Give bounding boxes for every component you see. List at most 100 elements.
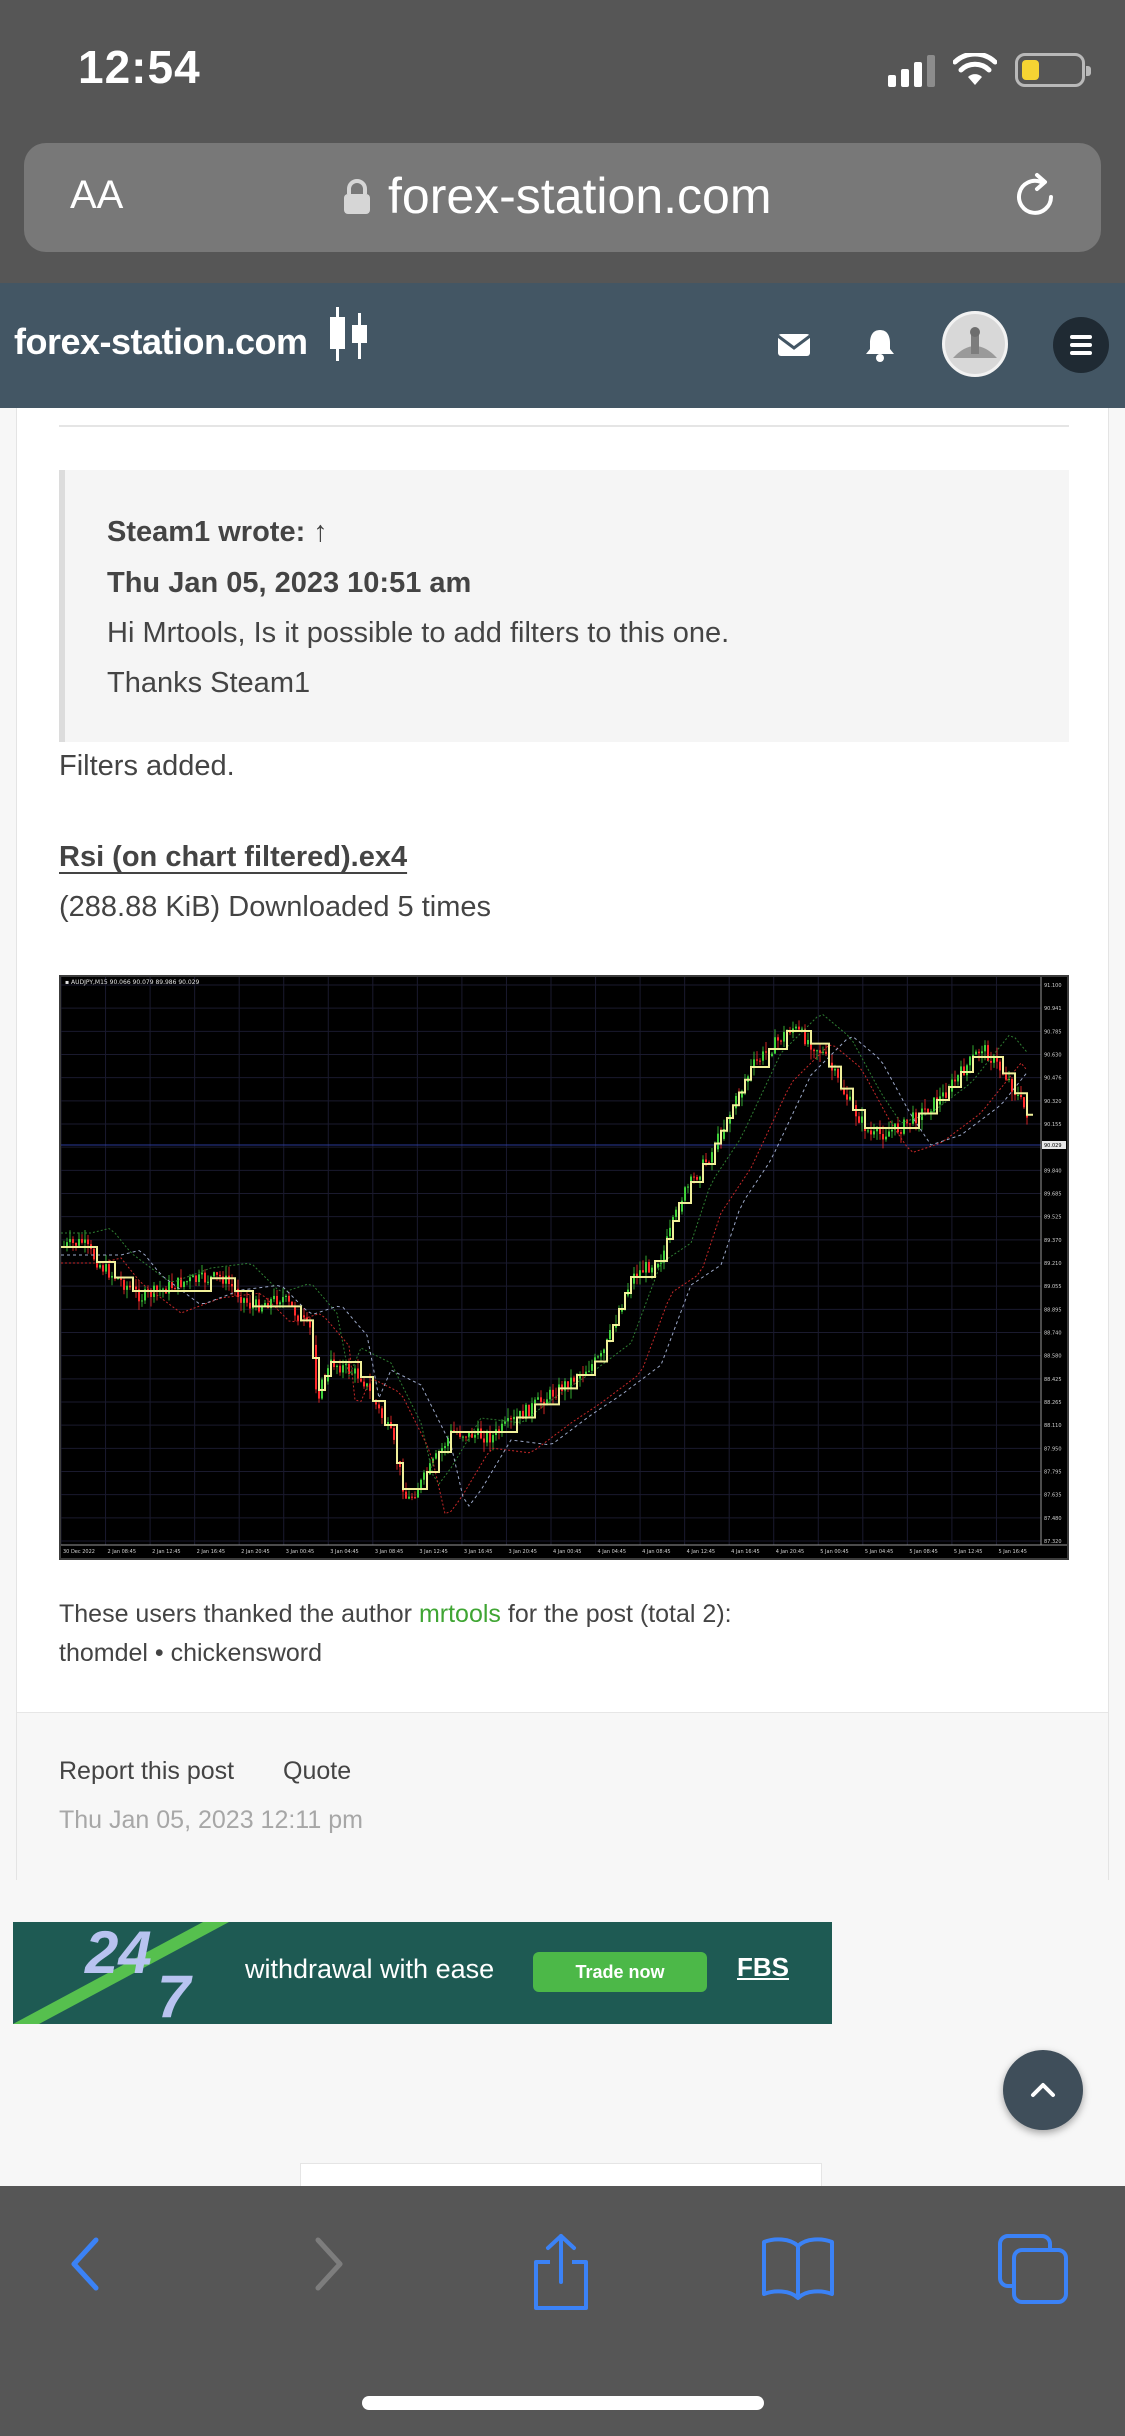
price-tick-label: 88.895	[1044, 1307, 1062, 1313]
candle-body	[528, 1404, 530, 1417]
candle-body	[81, 1239, 83, 1243]
candle-body	[1005, 1074, 1007, 1080]
address-bar[interactable]: AA forex-station.com	[24, 143, 1101, 252]
quote-button[interactable]: Quote	[283, 1757, 351, 1786]
candle-body	[399, 1461, 401, 1468]
forward-icon[interactable]	[302, 2232, 352, 2296]
candle-body	[354, 1368, 356, 1374]
candle-body	[708, 1162, 710, 1164]
candle-body	[774, 1037, 776, 1054]
hamburger-menu-icon[interactable]	[1053, 317, 1109, 373]
browser-top-bar: 12:54 AA forex-station.com	[0, 0, 1125, 283]
candle-body	[174, 1287, 176, 1290]
candle-body	[414, 1497, 416, 1499]
candle-body	[315, 1344, 317, 1390]
candle-body	[537, 1397, 539, 1400]
candle-body	[255, 1299, 257, 1306]
text-size-button[interactable]: AA	[70, 173, 123, 218]
candle-body	[99, 1265, 101, 1268]
candle-body	[816, 1050, 818, 1052]
price-tick-label: 88.580	[1044, 1354, 1062, 1360]
candle-body	[780, 1040, 782, 1042]
home-indicator	[362, 2396, 764, 2410]
price-tick-label: 90.155	[1044, 1122, 1062, 1128]
post-card: Steam1 wrote: ↑ Thu Jan 05, 2023 10:51 a…	[16, 408, 1109, 1880]
candle-body	[600, 1353, 602, 1357]
candle-body	[825, 1051, 827, 1054]
time-tick-label: 2 Jan 08:45	[108, 1549, 136, 1555]
current-price-label: 90.029	[1044, 1143, 1062, 1149]
candle-body	[753, 1059, 755, 1067]
chart-screenshot-image[interactable]: 91.100 90.941 90.785 90.630 90.476 90.320 90.1…	[59, 975, 1069, 1560]
bell-icon[interactable]	[862, 324, 898, 364]
candle-body	[963, 1066, 965, 1076]
candle-body	[489, 1432, 491, 1443]
avatar[interactable]	[942, 311, 1008, 377]
candle-body	[657, 1263, 659, 1268]
mail-icon[interactable]	[776, 324, 812, 364]
candle-body	[78, 1239, 80, 1246]
share-icon[interactable]	[528, 2232, 594, 2312]
candle-body	[942, 1092, 944, 1097]
candle-body	[633, 1273, 635, 1284]
price-tick-label: 89.210	[1044, 1261, 1062, 1267]
candle-body	[696, 1176, 698, 1180]
time-tick-label: 2 Jan 16:45	[197, 1549, 225, 1555]
time-tick-label: 5 Jan 00:45	[820, 1549, 848, 1555]
candle-body	[870, 1130, 872, 1135]
time-tick-label: 4 Jan 04:45	[598, 1549, 626, 1555]
scroll-to-top-button[interactable]	[1003, 2050, 1083, 2130]
thanks-users[interactable]: thomdel • chickensword	[59, 1639, 322, 1668]
candle-body	[705, 1159, 707, 1163]
candle-body	[549, 1389, 551, 1400]
candle-body	[462, 1436, 464, 1438]
price-tick-label: 90.476	[1044, 1076, 1062, 1082]
candle-body	[183, 1281, 185, 1288]
price-tick-label: 88.740	[1044, 1331, 1062, 1337]
thanks-prefix: These users thanked the author	[59, 1600, 419, 1628]
quote-author[interactable]: Steam1 wrote: ↑	[107, 516, 328, 549]
candle-body	[534, 1399, 536, 1404]
candle-body	[84, 1239, 86, 1243]
candle-body	[771, 1053, 773, 1057]
time-tick-label: 4 Jan 08:45	[642, 1549, 670, 1555]
candle-body	[642, 1270, 644, 1273]
candle-body	[120, 1278, 122, 1281]
candle-body	[192, 1275, 194, 1278]
candle-body	[162, 1288, 164, 1290]
author-link[interactable]: mrtools	[419, 1600, 501, 1628]
reload-icon[interactable]	[1009, 171, 1061, 223]
candle-body	[459, 1432, 461, 1437]
candle-body	[1023, 1097, 1025, 1108]
back-icon[interactable]	[62, 2232, 112, 2296]
time-tick-label: 5 Jan 08:45	[909, 1549, 937, 1555]
site-logo-text[interactable]: forex-station.com	[14, 321, 308, 363]
time-tick-label: 3 Jan 08:45	[375, 1549, 403, 1555]
candle-body	[1020, 1094, 1022, 1098]
candle-body	[699, 1176, 701, 1180]
candle-body	[483, 1438, 485, 1443]
price-tick-label: 87.480	[1044, 1516, 1062, 1522]
candle-body	[978, 1051, 980, 1054]
price-tick-label: 88.110	[1044, 1423, 1062, 1429]
ad-banner[interactable]: 24 7 withdrawal with ease Trade now FBS	[13, 1922, 832, 2024]
candle-body	[675, 1209, 677, 1218]
time-tick-label: 3 Jan 04:45	[330, 1549, 358, 1555]
ad-trade-now-button[interactable]: Trade now	[533, 1952, 707, 1992]
url-text[interactable]: forex-station.com	[388, 167, 771, 225]
candle-body	[924, 1108, 926, 1110]
report-post-button[interactable]: Report this post	[59, 1757, 234, 1786]
candle-body	[303, 1315, 305, 1318]
candle-body	[231, 1283, 233, 1287]
attachment-link[interactable]: Rsi (on chart filtered).ex4	[59, 841, 407, 874]
candle-body	[588, 1370, 590, 1372]
time-tick-label: 2 Jan 20:45	[241, 1549, 269, 1555]
candle-body	[141, 1300, 143, 1302]
candle-body	[504, 1421, 506, 1424]
tabs-icon[interactable]	[996, 2232, 1070, 2306]
price-tick-label: 88.265	[1044, 1400, 1062, 1406]
price-tick-label: 87.320	[1044, 1539, 1062, 1545]
candle-body	[405, 1491, 407, 1499]
bookmarks-icon[interactable]	[760, 2232, 836, 2302]
candle-body	[360, 1378, 362, 1382]
